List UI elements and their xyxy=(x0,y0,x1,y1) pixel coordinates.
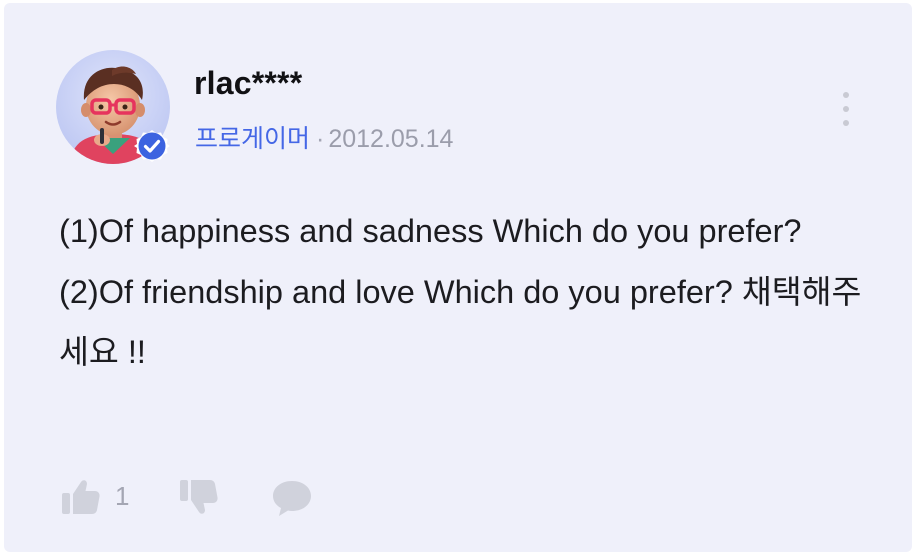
answer-line-2: (2)Of friendship and love Which do you p… xyxy=(59,273,862,371)
meta-separator: · xyxy=(316,125,325,153)
comment-button[interactable] xyxy=(269,471,315,521)
post-date: 2012.05.14 xyxy=(328,125,454,153)
dislike-button[interactable] xyxy=(177,471,221,521)
thumbs-down-icon xyxy=(180,480,218,514)
verified-check-badge-icon xyxy=(134,128,170,164)
more-vertical-icon xyxy=(843,106,849,112)
answer-body: (1)Of happiness and sadness Which do you… xyxy=(59,201,879,383)
author-level[interactable]: 프로게이머 xyxy=(195,125,310,153)
answer-line-1: (1)Of happiness and sadness Which do you… xyxy=(59,213,802,249)
thumbs-up-icon xyxy=(62,480,100,514)
like-count: 1 xyxy=(115,481,130,511)
comment-bubble-icon xyxy=(273,481,311,516)
reaction-bar: 1 xyxy=(59,471,359,521)
more-vertical-icon xyxy=(843,92,849,98)
author-username[interactable]: rlac**** xyxy=(194,65,302,102)
answer-card: rlac**** 프로게이머 · 2012.05.14 (1)Of happines… xyxy=(4,3,912,552)
like-button[interactable]: 1 xyxy=(59,471,149,521)
author-meta: 프로게이머 · 2012.05.14 xyxy=(195,119,453,155)
avatar[interactable] xyxy=(56,50,170,164)
more-options-button[interactable] xyxy=(834,87,858,131)
more-vertical-icon xyxy=(843,120,849,126)
